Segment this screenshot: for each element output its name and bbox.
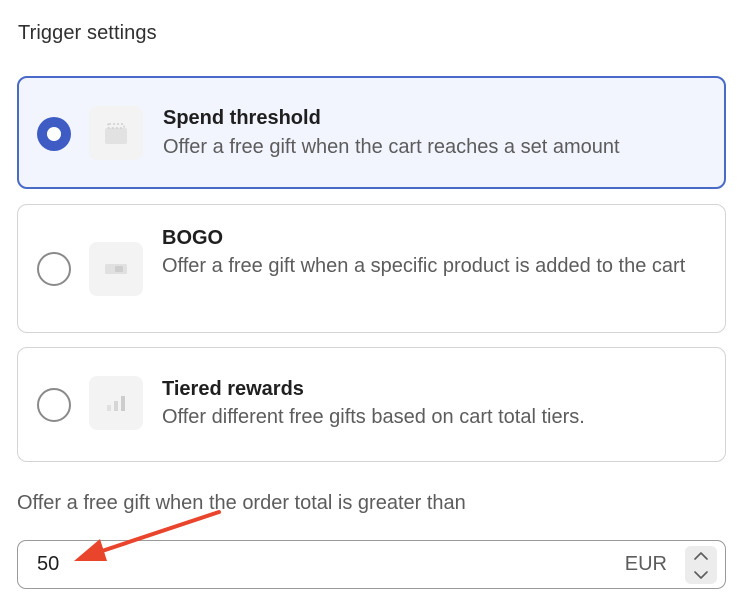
chevron-down-icon[interactable] [685, 565, 717, 584]
bar-chart-icon [89, 376, 143, 430]
section-title: Trigger settings [18, 22, 157, 44]
option-title: BOGO [162, 227, 224, 249]
currency-suffix: EUR [624, 553, 667, 575]
option-title: Tiered rewards [162, 378, 304, 400]
option-title: Spend threshold [163, 107, 321, 129]
radio-tiered-rewards[interactable] [37, 388, 71, 422]
option-spend-threshold[interactable]: Spend threshold Offer a free gift when t… [17, 76, 726, 189]
option-description: Offer a free gift when the cart reaches … [163, 136, 620, 158]
gift-box-icon [89, 106, 143, 160]
option-description: Offer a free gift when a specific produc… [162, 255, 686, 277]
option-bogo[interactable]: BOGO Offer a free gift when a specific p… [17, 204, 726, 333]
amount-input[interactable]: 50 EUR [17, 540, 726, 589]
option-description: Offer different free gifts based on cart… [162, 406, 585, 428]
chevron-up-icon[interactable] [685, 546, 717, 565]
amount-stepper[interactable] [685, 546, 717, 584]
radio-spend-threshold[interactable] [37, 117, 71, 151]
amount-label: Offer a free gift when the order total i… [17, 492, 466, 514]
amount-value[interactable]: 50 [37, 553, 59, 576]
tag-icon [89, 242, 143, 296]
option-tiered-rewards[interactable]: Tiered rewards Offer different free gift… [17, 347, 726, 462]
radio-bogo[interactable] [37, 252, 71, 286]
